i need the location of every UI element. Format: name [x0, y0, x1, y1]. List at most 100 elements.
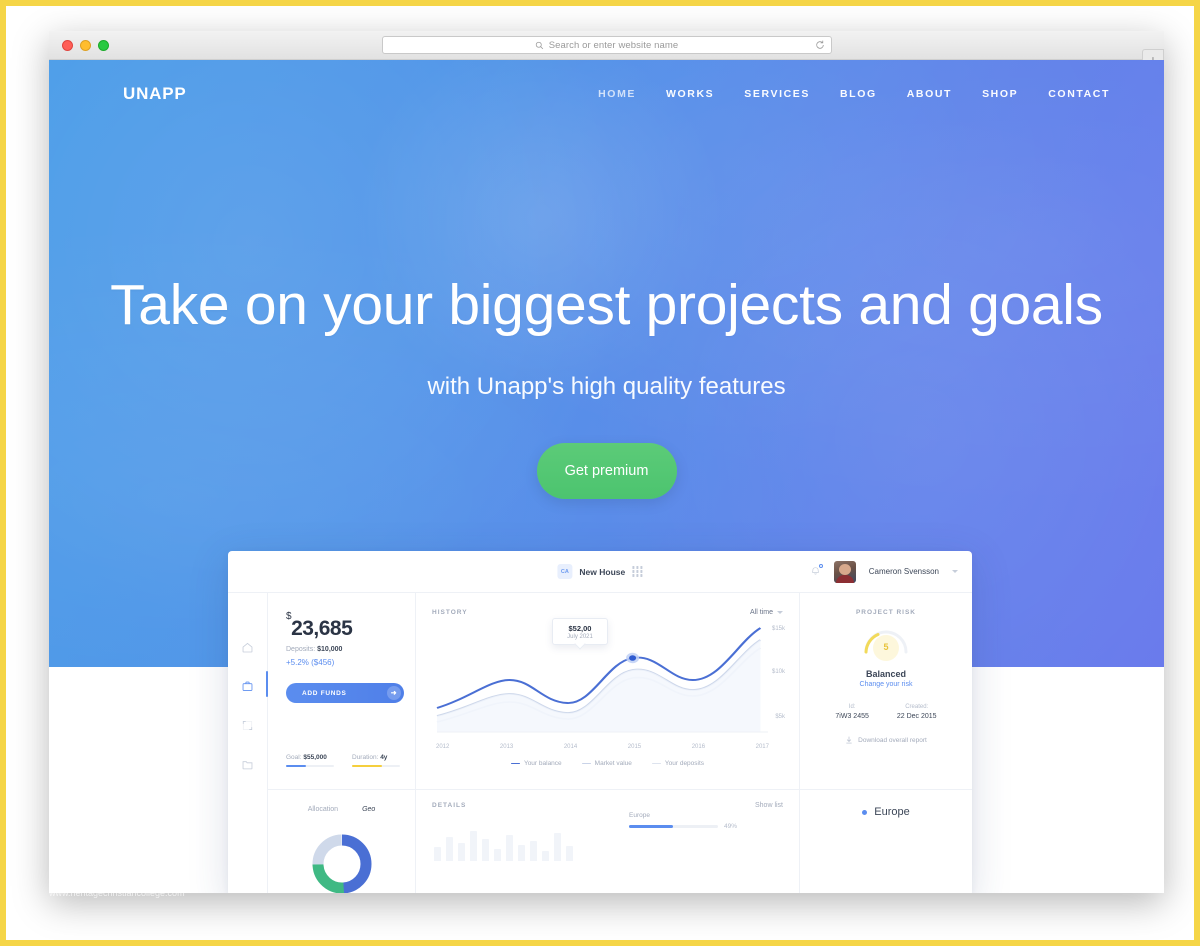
duration-value: 4y: [380, 754, 388, 761]
grid-icon[interactable]: [632, 566, 643, 577]
notifications-button[interactable]: [810, 564, 823, 578]
legend-label-market: Market value: [594, 760, 632, 767]
history-chart: $15k $10k $5k $52,00 July 2021: [432, 618, 785, 740]
dashboard-topbar: CA New House Cameron Svensson: [228, 551, 972, 593]
history-header: HISTORY All time: [432, 609, 783, 616]
dashboard-mockup: CA New House Cameron Svensson $23,685 De…: [228, 551, 972, 893]
show-list-button[interactable]: Show list: [755, 802, 783, 809]
project-avatar: CA: [557, 564, 573, 579]
legend-label-deposits: Your deposits: [664, 760, 705, 767]
nav-item-shop[interactable]: SHOP: [982, 88, 1018, 100]
dashboard-main: $23,685 Deposits: $10,000 +5.2% ($456) A…: [268, 593, 972, 893]
x-tick-0: 2012: [436, 744, 450, 750]
history-range-filter[interactable]: All time: [750, 609, 783, 616]
history-range-value: All time: [750, 609, 773, 616]
allocation-panel: Allocation Geo: [268, 790, 416, 893]
tab-geo[interactable]: Geo: [350, 802, 387, 818]
chart-highlight-point: [629, 655, 637, 661]
balance-panel: $23,685 Deposits: $10,000 +5.2% ($456) A…: [268, 593, 416, 789]
folder-icon[interactable]: [241, 758, 254, 771]
details-header: DETAILS Show list: [432, 802, 783, 809]
x-tick-4: 2016: [691, 744, 706, 750]
y-tick-0: $5k: [775, 714, 785, 720]
download-report-label: Download overall report: [858, 736, 927, 744]
allocation-tabs: Allocation Geo: [278, 802, 405, 818]
x-tick-5: 2017: [755, 744, 769, 750]
deposits-row: Deposits: $10,000: [286, 646, 397, 653]
maximize-window-button[interactable]: [98, 39, 109, 51]
x-tick-3: 2015: [627, 744, 642, 750]
search-icon: [535, 41, 543, 49]
dashboard-body: $23,685 Deposits: $10,000 +5.2% ($456) A…: [228, 593, 972, 893]
site-navbar: UNAPP HOME WORKS SERVICES BLOG ABOUT SHO…: [49, 60, 1164, 128]
chart-x-axis: 2012 2013 2014 2015 2016 2017: [432, 740, 783, 750]
chart-legend: Your balance Market value Your deposits: [432, 760, 783, 767]
site-logo[interactable]: UNAPP: [123, 84, 187, 104]
balance-value: 23,685: [291, 617, 353, 640]
add-funds-button[interactable]: ADD FUNDS ➜: [286, 683, 404, 703]
legend-label-balance: Your balance: [523, 760, 562, 767]
briefcase-icon[interactable]: [241, 680, 254, 693]
nav-links: HOME WORKS SERVICES BLOG ABOUT SHOP CONT…: [598, 88, 1110, 100]
goal-progress-fill: [286, 765, 307, 767]
region-meter-track: [629, 825, 718, 828]
reload-icon[interactable]: [815, 40, 825, 50]
home-icon[interactable]: [241, 641, 254, 654]
download-icon: [846, 736, 852, 744]
duration-stat: Duration: 4y: [352, 754, 400, 767]
address-bar[interactable]: Search or enter website name: [381, 36, 832, 54]
browser-toolbar: Search or enter website name +: [49, 31, 1164, 71]
region-meter-row: 49%: [629, 823, 737, 830]
get-premium-button[interactable]: Get premium: [536, 442, 677, 499]
region-color-dot: [862, 809, 868, 815]
region-meter-label: Europe: [629, 812, 650, 819]
legend-item-market: Market value: [581, 760, 632, 767]
nav-item-about[interactable]: ABOUT: [907, 88, 952, 100]
topbar-user-area: Cameron Svensson: [810, 560, 958, 583]
nav-item-home[interactable]: HOME: [598, 88, 636, 100]
watermark: www.heritagechristiancollege.com: [49, 888, 185, 898]
region-panel: Europe: [800, 790, 972, 893]
risk-id-value: 7iW3 2455: [835, 713, 869, 720]
risk-status: Balanced: [865, 669, 907, 679]
close-window-button[interactable]: [62, 39, 73, 51]
minimize-window-button[interactable]: [80, 39, 91, 51]
project-switcher[interactable]: CA New House: [557, 564, 643, 579]
y-tick-1: $10k: [771, 669, 785, 675]
download-report-button[interactable]: Download overall report: [814, 736, 958, 744]
nav-item-works[interactable]: WORKS: [666, 88, 714, 100]
page-title: Take on your biggest projects and goals: [110, 273, 1103, 337]
currency-symbol: $: [286, 611, 292, 622]
donut-svg: [312, 834, 371, 893]
chevron-down-icon: [777, 611, 783, 614]
details-panel: DETAILS Show list Europe 49%: [416, 790, 800, 893]
user-name: Cameron Svensson: [868, 567, 939, 576]
nav-item-blog[interactable]: BLOG: [840, 88, 877, 100]
region-header: Europe: [814, 806, 958, 818]
legend-item-balance: Your balance: [510, 760, 562, 767]
chevron-down-icon[interactable]: [952, 570, 958, 573]
risk-gauge-value: 5: [883, 642, 889, 652]
balance-stats: Goal: $55,000 Duration: 4y: [286, 754, 400, 767]
risk-id: Id: 7iW3 2455: [835, 704, 868, 720]
arrow-right-icon: ➜: [387, 686, 401, 700]
screenshot-root: Search or enter website name + UNAPP HOM…: [0, 0, 1200, 946]
x-tick-1: 2013: [499, 744, 514, 750]
region-meter-fill: [629, 825, 673, 828]
allocation-donut-chart: [310, 832, 374, 893]
expand-icon[interactable]: [241, 719, 254, 732]
notification-badge: [818, 564, 823, 568]
browser-window: Search or enter website name + UNAPP HOM…: [49, 31, 1164, 893]
project-risk-panel: PROJECT RISK 5 Balanced Change your risk…: [800, 593, 972, 789]
nav-item-services[interactable]: SERVICES: [744, 88, 810, 100]
nav-item-contact[interactable]: CONTACT: [1048, 88, 1110, 100]
risk-created-value: 22 Dec 2015: [896, 713, 937, 720]
avatar[interactable]: [833, 560, 856, 583]
dashboard-bottom-row: Allocation Geo DETAILS Show list Europe …: [268, 790, 972, 893]
tab-allocation[interactable]: Allocation: [296, 802, 350, 818]
risk-id-label: Id:: [848, 704, 856, 710]
region-meter-pct: 49%: [723, 823, 737, 830]
risk-title: PROJECT RISK: [855, 609, 917, 616]
change-risk-link[interactable]: Change your risk: [814, 681, 958, 688]
duration-progress-track: [352, 765, 400, 767]
